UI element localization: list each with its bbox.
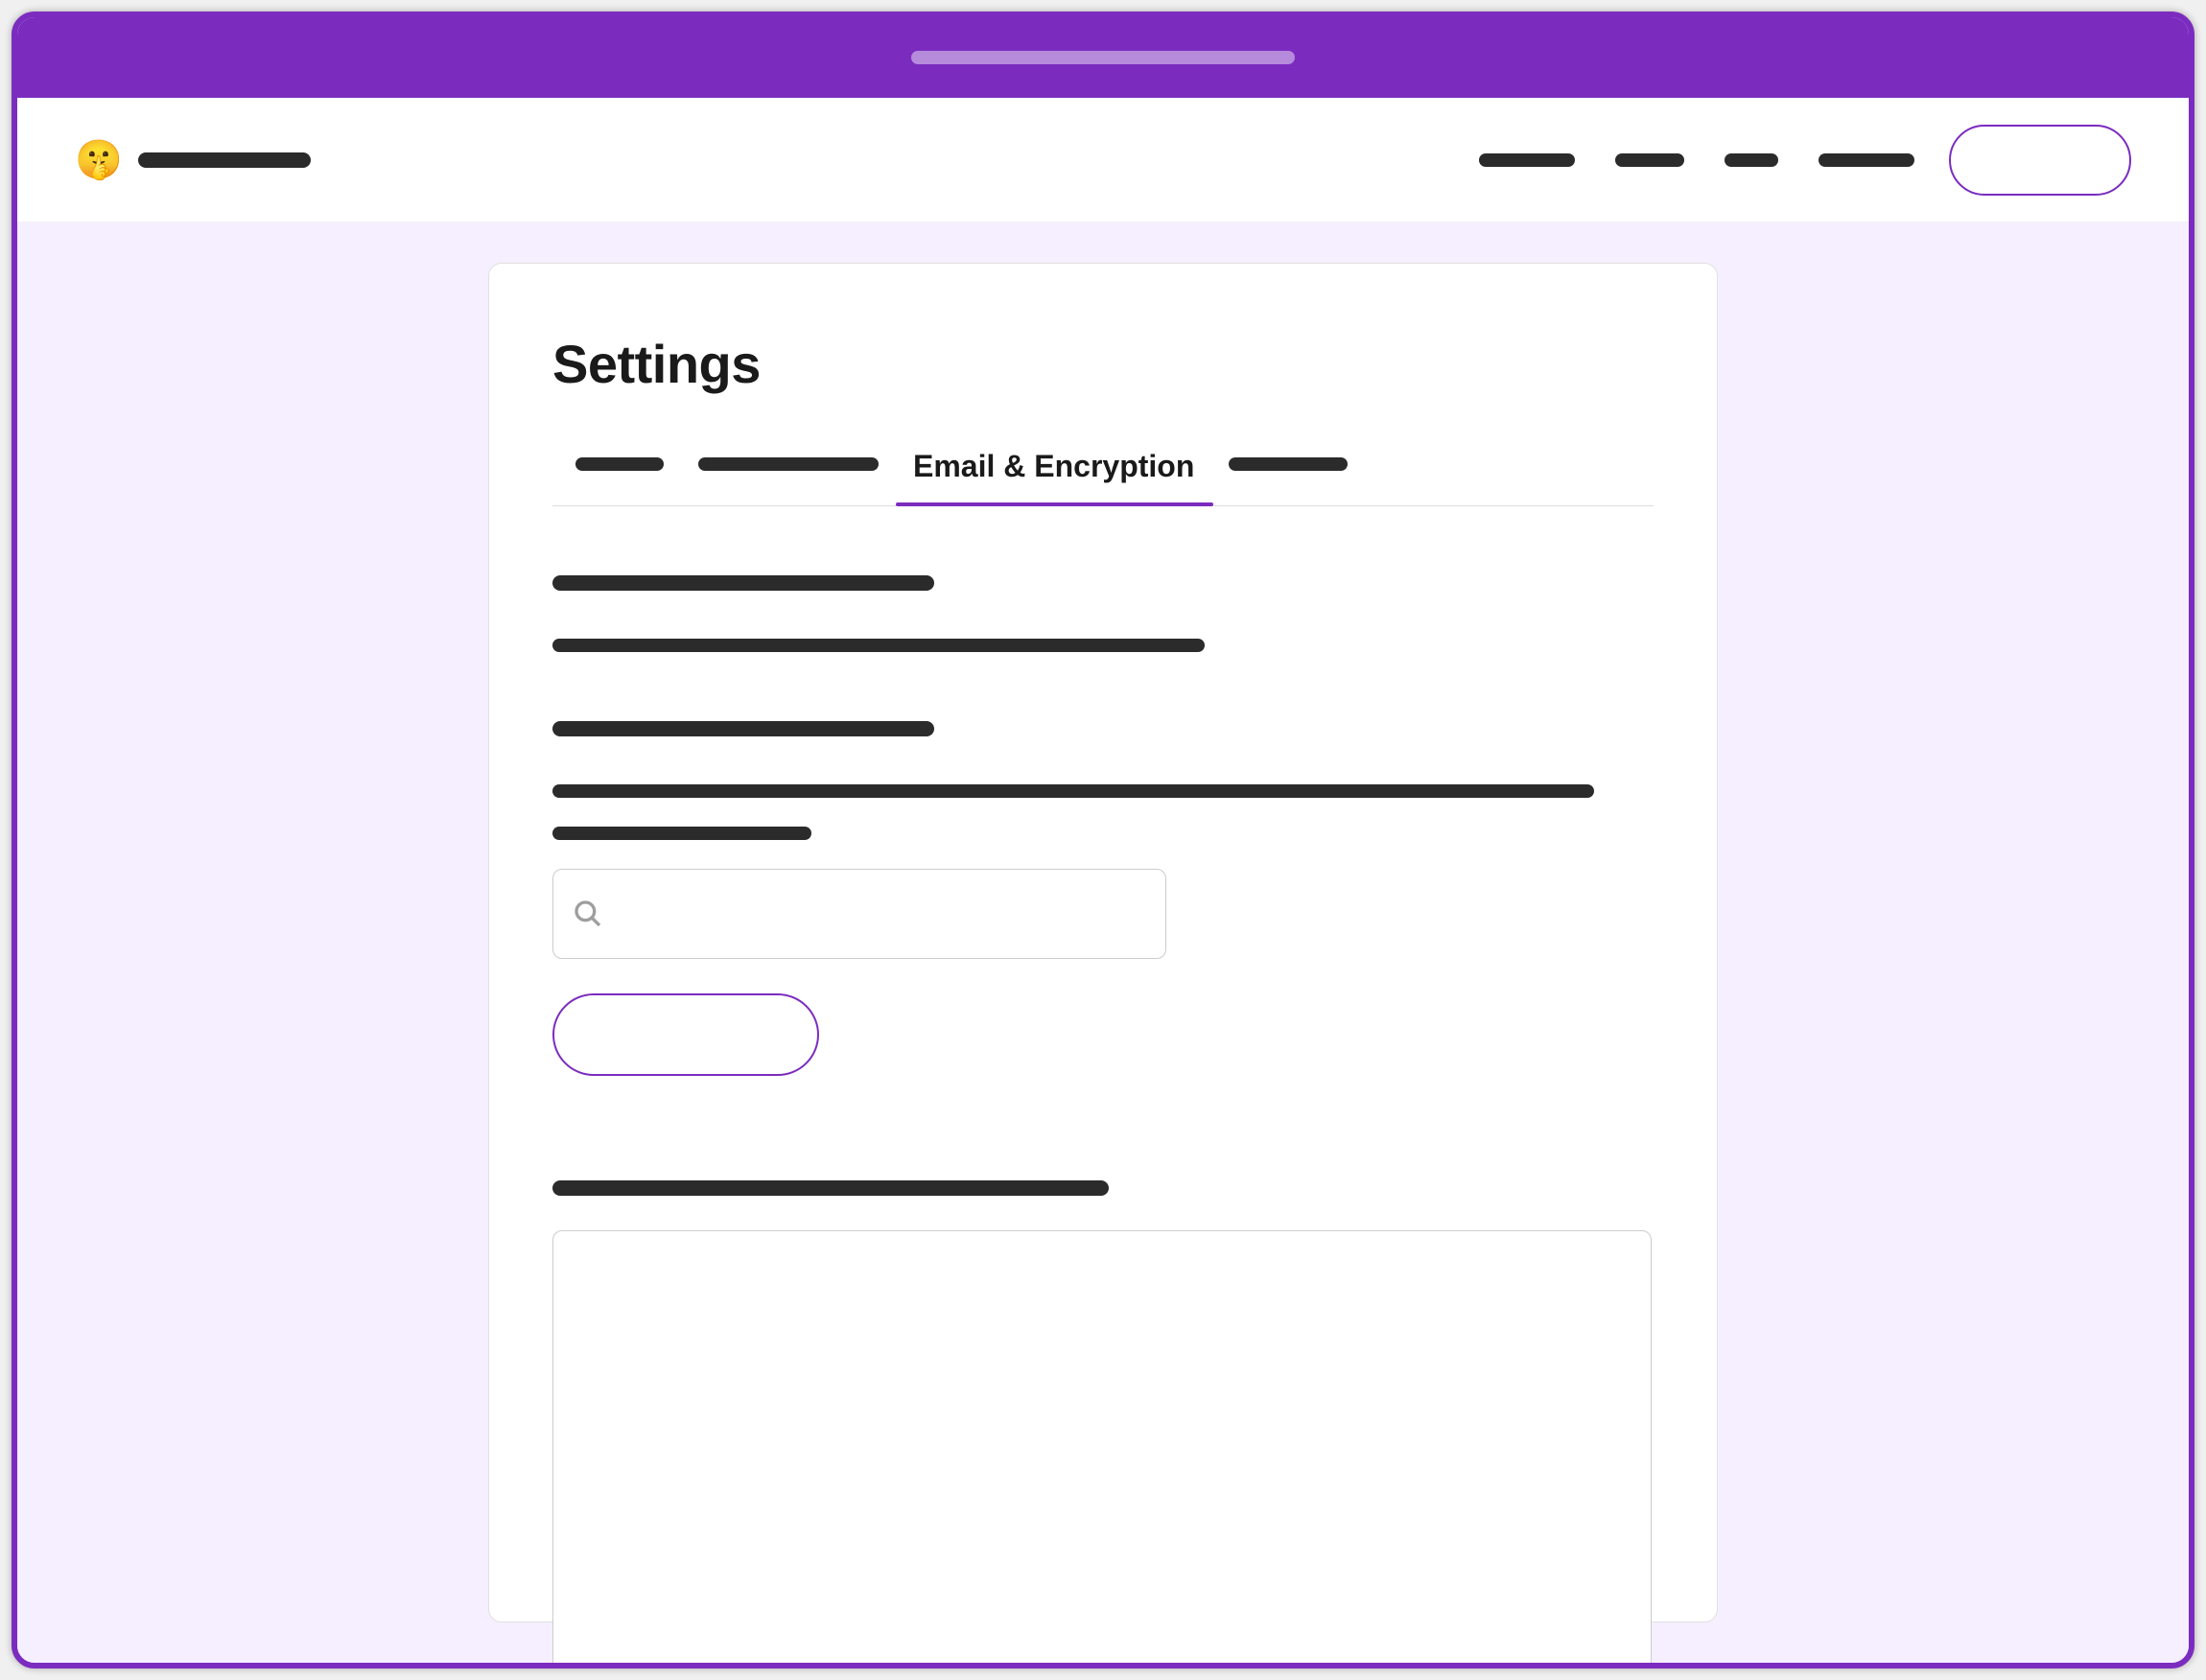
- tab-label-placeholder: [575, 457, 664, 471]
- nav-links: [1479, 153, 1914, 167]
- search-icon: [573, 898, 603, 929]
- settings-section-3: [552, 1180, 1654, 1663]
- tab-item-4[interactable]: [1229, 457, 1348, 498]
- section-heading-placeholder: [552, 1180, 1109, 1196]
- search-input[interactable]: [552, 869, 1166, 959]
- nav-link-2[interactable]: [1615, 153, 1684, 167]
- action-button[interactable]: [552, 993, 819, 1076]
- section-text-placeholder: [552, 784, 1594, 798]
- tab-item-1[interactable]: [575, 457, 664, 498]
- settings-card: Settings Email & Encryption: [488, 263, 1718, 1622]
- nav-link-1[interactable]: [1479, 153, 1575, 167]
- page-body: Settings Email & Encryption: [17, 222, 2189, 1663]
- page-title: Settings: [552, 333, 1654, 395]
- window-drag-handle[interactable]: [911, 51, 1295, 64]
- settings-section-2: [552, 721, 1654, 1079]
- nav-link-3[interactable]: [1725, 153, 1778, 167]
- logo-text-placeholder: [138, 152, 311, 168]
- app-window: 🤫 Settings Email & Encryption: [12, 12, 2194, 1668]
- section-text-placeholder: [552, 639, 1205, 652]
- tab-email-encryption[interactable]: Email & Encryption: [913, 449, 1194, 505]
- top-navigation: 🤫: [17, 98, 2189, 222]
- nav-link-4[interactable]: [1819, 153, 1914, 167]
- tab-label-placeholder: [1229, 457, 1348, 471]
- large-textarea[interactable]: [552, 1230, 1652, 1663]
- tab-label-placeholder: [698, 457, 879, 471]
- tab-item-2[interactable]: [698, 457, 879, 498]
- settings-tabs: Email & Encryption: [552, 449, 1654, 506]
- section-text-placeholder: [552, 827, 811, 840]
- settings-section-1: [552, 575, 1654, 652]
- section-heading-placeholder: [552, 721, 934, 736]
- header-cta-button[interactable]: [1949, 125, 2131, 196]
- section-heading-placeholder: [552, 575, 934, 591]
- window-title-bar: [17, 17, 2189, 98]
- logo-emoji-icon: 🤫: [75, 141, 123, 179]
- logo[interactable]: 🤫: [75, 141, 311, 179]
